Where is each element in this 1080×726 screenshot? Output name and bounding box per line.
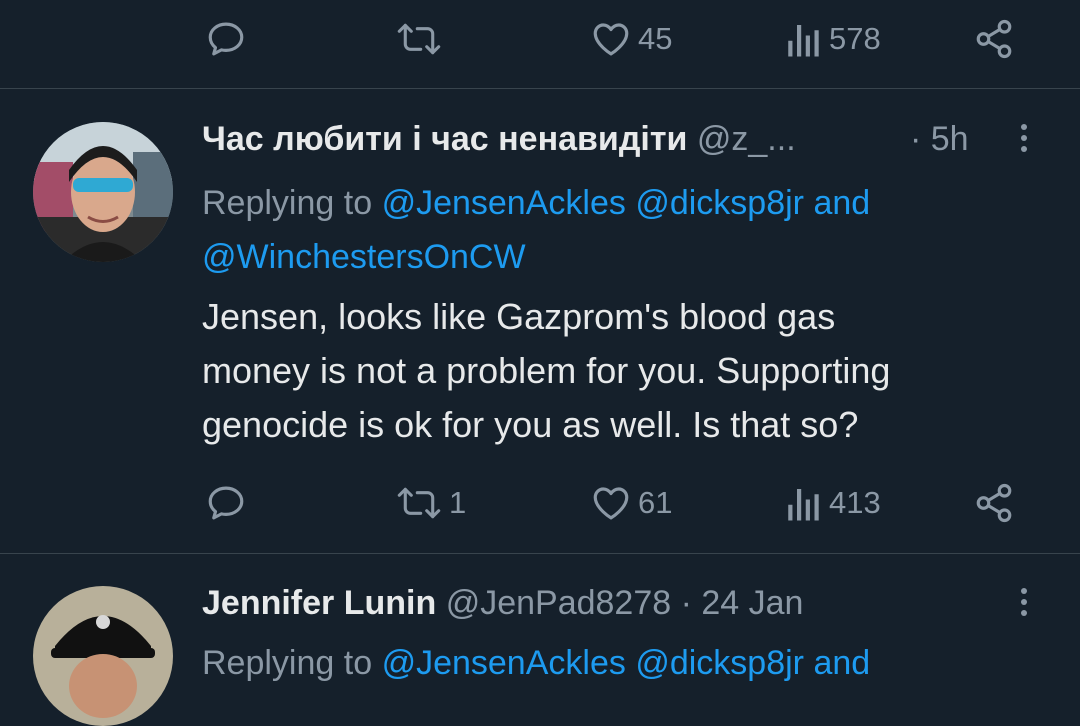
mention-link[interactable]: @JensenAckles: [382, 644, 626, 682]
tweet-text-line: Jensen, looks like Gazprom's blood gas: [202, 296, 836, 337]
avatar-image-icon: [33, 586, 173, 726]
like-count: 61: [638, 485, 673, 520]
tweet-time[interactable]: · 5h: [910, 120, 969, 159]
heart-icon: [593, 23, 629, 56]
views-icon: [788, 25, 819, 57]
replying-to: Replying to @JensenAckles @dicksp8jr and…: [202, 176, 1062, 284]
user-handle[interactable]: @JenPad8278: [446, 584, 671, 622]
and-others-link[interactable]: and: [813, 184, 870, 222]
views-button[interactable]: 413: [785, 482, 881, 524]
avatar[interactable]: [33, 586, 173, 726]
views-count: 413: [829, 485, 881, 520]
mention-link[interactable]: @dicksp8jr: [635, 184, 804, 222]
more-options-icon[interactable]: [1020, 588, 1028, 616]
display-name[interactable]: Jennifer Lunin: [202, 584, 436, 622]
mention-link[interactable]: @WinchestersOnCW: [202, 238, 526, 276]
retweet-count: 1: [449, 485, 467, 520]
reply-icon: [208, 486, 244, 520]
like-button[interactable]: 61: [590, 482, 672, 524]
mention-link[interactable]: @dicksp8jr: [635, 644, 804, 682]
divider: [0, 88, 1080, 89]
and-others-link[interactable]: and: [813, 644, 870, 682]
tweet-header: Час любити і час ненавидіти @z_...: [202, 120, 796, 159]
tweet-text: Jensen, looks like Gazprom's blood gas m…: [202, 290, 1062, 452]
like-count: 45: [638, 21, 673, 56]
share-button[interactable]: [973, 482, 1015, 524]
tweet-text-line: money is not a problem for you. Supporti…: [202, 350, 891, 391]
reply-button[interactable]: [205, 18, 247, 60]
retweet-button[interactable]: 1: [395, 482, 466, 524]
views-count: 578: [829, 21, 881, 56]
replying-prefix: Replying to: [202, 644, 373, 682]
reply-icon: [208, 22, 244, 56]
share-icon: [976, 19, 1012, 59]
reply-button[interactable]: [205, 482, 247, 524]
heart-icon: [593, 487, 629, 520]
avatar[interactable]: [33, 122, 173, 262]
retweet-icon: [397, 487, 441, 519]
avatar-image-icon: [33, 122, 173, 262]
user-handle[interactable]: @z_...: [697, 120, 796, 158]
retweet-icon: [397, 23, 441, 55]
tweet-time[interactable]: · 24 Jan: [681, 584, 804, 622]
views-button[interactable]: 578: [785, 18, 881, 60]
retweet-button[interactable]: [395, 18, 443, 60]
tweet-text-line: genocide is ok for you as well. Is that …: [202, 404, 859, 445]
tweet-header: Jennifer Lunin @JenPad8278 · 24 Jan: [202, 584, 803, 623]
display-name[interactable]: Час любити і час ненавидіти: [202, 120, 687, 158]
like-button[interactable]: 45: [590, 18, 672, 60]
mention-link[interactable]: @JensenAckles: [382, 184, 626, 222]
replying-to: Replying to @JensenAckles @dicksp8jr and: [202, 636, 1062, 690]
share-button[interactable]: [973, 18, 1015, 60]
share-icon: [976, 483, 1012, 523]
more-options-icon[interactable]: [1020, 124, 1028, 152]
divider: [0, 553, 1080, 554]
replying-prefix: Replying to: [202, 184, 373, 222]
views-icon: [788, 489, 819, 521]
